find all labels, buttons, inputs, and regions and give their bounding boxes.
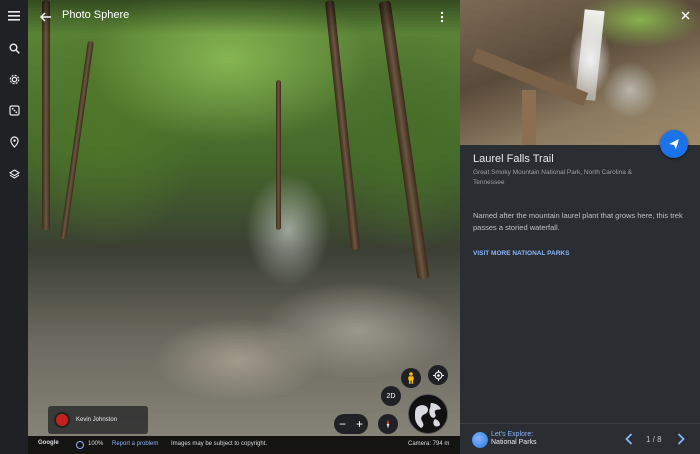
google-logo: Google <box>38 440 59 446</box>
earth-app: Photo Sphere Kevin Johnston 2D − + Googl… <box>0 0 700 454</box>
settings-icon <box>9 74 19 84</box>
report-problem-link[interactable]: Report a problem <box>112 441 158 447</box>
zoom-percent: 100% <box>88 441 104 447</box>
chevron-left-icon <box>625 433 633 445</box>
photo-sphere-viewport[interactable]: Photo Sphere Kevin Johnston 2D − + Googl… <box>28 0 460 454</box>
pin-icon <box>9 136 19 148</box>
visit-national-parks-link[interactable]: VISIT MORE NATIONAL PARKS <box>473 250 569 257</box>
tree-trunk <box>60 40 94 240</box>
zoom-control: − + <box>334 414 368 434</box>
more-options-button[interactable] <box>432 8 452 26</box>
projects-button[interactable] <box>0 128 28 156</box>
feeling-lucky-button[interactable] <box>0 96 28 124</box>
my-location-button[interactable] <box>428 365 448 385</box>
contributor-name: Kevin Johnston <box>76 417 118 423</box>
waterfall-highlight <box>575 9 605 101</box>
menu-button[interactable] <box>0 2 28 30</box>
panel-footer: Let's Explore: National Parks 1 / 8 <box>460 423 700 454</box>
voyager-button[interactable] <box>0 65 28 93</box>
tree-trunk <box>378 0 430 280</box>
voyager-icon <box>8 104 20 116</box>
globe-icon <box>410 396 447 433</box>
more-vert-icon <box>440 11 444 23</box>
previous-button[interactable] <box>622 432 636 446</box>
mode-2d-label: 2D <box>386 392 396 400</box>
back-button[interactable] <box>36 7 56 27</box>
close-panel-button[interactable] <box>678 8 692 22</box>
search-icon <box>9 43 20 54</box>
compass-button[interactable] <box>378 414 398 434</box>
viewer-bottombar: Google 100% Report a problem Images may … <box>28 436 460 454</box>
left-rail <box>0 0 28 454</box>
copyright-notice: Images may be subject to copyright. <box>171 441 268 447</box>
layers-icon <box>8 168 20 179</box>
place-title: Laurel Falls Trail <box>473 153 554 165</box>
map-style-button[interactable] <box>0 160 28 188</box>
send-icon <box>669 139 679 149</box>
explore-globe-icon <box>472 432 488 448</box>
tree-trunk <box>276 80 281 230</box>
explore-line2: National Parks <box>491 439 537 446</box>
page-counter: 1 / 8 <box>646 435 662 444</box>
place-description: Named after the mountain laurel plant th… <box>473 211 683 232</box>
search-button[interactable] <box>0 34 28 62</box>
arrow-left-icon <box>40 12 51 22</box>
share-button[interactable] <box>660 130 688 158</box>
toggle-2d-button[interactable]: 2D <box>381 386 401 406</box>
viewer-title: Photo Sphere <box>62 9 130 21</box>
place-subtitle: Great Smoky Mountain National Park, Nort… <box>473 169 632 186</box>
tree-trunk <box>324 0 361 250</box>
zoom-out-button[interactable]: − <box>339 417 346 431</box>
crosshair-icon <box>432 369 444 381</box>
contributor-chip[interactable]: Kevin Johnston <box>48 406 148 434</box>
close-icon <box>681 11 689 19</box>
pegman-icon <box>408 372 414 384</box>
zoom-in-button[interactable]: + <box>356 417 363 431</box>
bridge-post <box>522 90 536 145</box>
tree-trunk <box>42 0 50 230</box>
info-panel: Laurel Falls Trail Great Smoky Mountain … <box>460 0 700 454</box>
explore-line1: Let's Explore: <box>491 431 534 438</box>
pegman-button[interactable] <box>401 368 421 388</box>
zoom-indicator-icon <box>76 441 84 449</box>
camera-altitude: Camera: 794 m <box>408 441 450 447</box>
chevron-right-icon <box>677 433 685 445</box>
hero-image <box>460 0 700 145</box>
globe-minimap[interactable] <box>408 394 448 434</box>
next-button[interactable] <box>674 432 688 446</box>
menu-icon <box>8 11 20 21</box>
lets-explore-link[interactable]: Let's Explore: National Parks <box>491 431 537 447</box>
compass-icon <box>386 419 390 429</box>
avatar <box>54 412 70 428</box>
